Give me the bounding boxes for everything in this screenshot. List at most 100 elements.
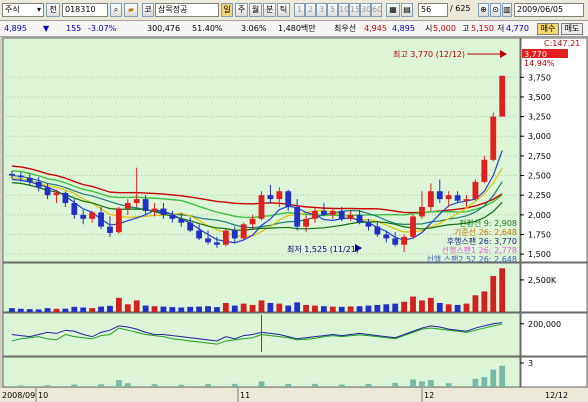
volume-bar [124,304,131,312]
signal-bar [205,384,211,387]
signal-bar [44,385,51,387]
signal-bar [490,369,497,387]
candle-body [401,236,408,245]
price-tick-label: 2,750 [528,152,551,161]
candle-body [214,242,220,245]
signal-bar [285,383,292,387]
signal-bar [445,383,452,387]
volume-bar [160,306,167,312]
volume-bar [427,297,434,312]
price-tick-label: 2,500 [528,172,551,181]
price-tick-label: 1,750 [528,230,551,239]
candle-body [17,175,24,178]
volume-bar [445,304,452,312]
candle-body [133,199,140,204]
candle-body [338,210,345,219]
date-axis [0,388,588,402]
candle-body [499,75,506,117]
candle-body [107,226,113,233]
volume-bar [178,307,185,312]
legend-entry: 선행스팬1 26: 2,778 [442,245,517,255]
candle-body [142,199,149,211]
volume-bar [53,308,60,312]
volume-bar [481,291,488,312]
candle-body [240,224,247,239]
candle-body [258,195,265,219]
date-label: 2008/09 [2,391,35,400]
candle-body [410,216,416,237]
volume-bar [196,306,203,312]
volume-bar [347,306,354,312]
volume-bar [356,306,363,312]
volume-bar [490,276,497,312]
volume-bar [472,295,479,312]
volume-bar [107,305,113,312]
c-label: C:147.21 [544,39,580,48]
candle-body [151,208,158,211]
signal-bar [178,384,185,387]
candle-body [303,218,309,227]
candle-body [365,222,372,227]
price-badge: 3,770 [524,50,547,59]
legend-entry: 기준선 26: 2,648 [454,228,517,237]
candle-body [392,238,399,245]
volume-bar [169,307,176,312]
volume-bar [294,302,301,312]
candle-body [71,203,78,215]
candle-body [98,212,104,227]
candle-body [267,195,274,200]
candle-body [205,238,211,243]
price-tick-label: 2,250 [528,191,551,200]
candle-body [9,173,15,176]
volume-bar [151,306,158,312]
volume-bar [71,306,78,312]
candle-body [222,230,229,245]
date-label: 12 [424,391,434,400]
volume-bar [463,303,470,312]
volume-bar [285,305,292,312]
volume-bar [89,308,96,312]
volume-bar [142,305,149,312]
candle-body [169,214,176,219]
indicator-tick-label: 200,000 [528,320,561,329]
volume-bar [312,305,318,312]
candle-body [294,206,301,227]
volume-bar [205,306,211,312]
pct-badge: 14.94% [524,59,555,68]
date-label: 11 [240,391,250,400]
volume-bar [133,300,140,312]
volume-bar [338,306,345,312]
signal-bar [410,379,416,387]
volume-bar [383,304,390,312]
legend-entry: 전환선 9: 2,908 [459,218,517,228]
legend-entry: 후행스팬 26: 3,770 [447,236,517,246]
volume-bar [329,306,336,312]
signal-bar [312,383,318,387]
price-tick-label: 2,000 [528,211,551,220]
legend-entry: 선행 스팬2 52,26: 2,648 [426,254,517,264]
candle-body [463,199,470,201]
signal-bar [499,365,506,387]
candle-body [160,208,167,215]
volume-bar [401,301,408,312]
volume-bar [231,305,238,312]
volume-bar [303,304,309,312]
price-chart[interactable]: 3,750 3,500 3,250 3,000 2,750 2,500 2,250 2,000… [0,0,588,402]
candle-body [285,191,292,207]
signal-bar [98,384,104,387]
candle-body [374,226,381,235]
candle-body [26,177,33,182]
candle-body [276,191,283,200]
volume-bar [365,305,372,312]
volume-bar [35,309,42,312]
signal-bar [71,384,78,387]
signal-bar [151,384,158,387]
candle-body [472,181,479,200]
signal-tick-label: 3 [528,359,533,368]
signal-bar [231,383,238,387]
volume-bar [17,308,24,312]
volume-bar [44,308,51,312]
candle-body [454,195,461,201]
volume-bar [454,304,461,312]
volume-bar [214,307,220,312]
